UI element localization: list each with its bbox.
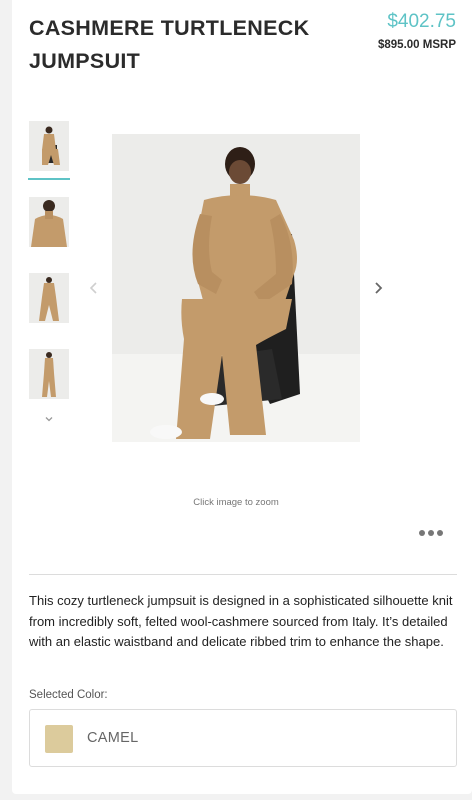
thumbnail-1[interactable] [28,121,70,180]
selected-color-name: CAMEL [87,730,139,746]
product-thumbnail-standing-side-icon [29,349,69,399]
product-title: CASHMERE TURTLENECK JUMPSUIT [29,16,310,73]
main-product-image[interactable] [112,134,360,442]
thumbnail-list [28,121,71,425]
product-thumbnail-seated-icon [29,121,69,171]
product-thumbnail-closeup-icon [29,197,69,247]
product-photo-icon [112,134,360,442]
color-swatch [45,725,73,753]
more-options-icon[interactable] [417,526,445,540]
chevron-left-icon[interactable] [87,279,101,297]
chevron-down-icon[interactable] [43,413,55,425]
thumbnail-2[interactable] [29,197,69,247]
thumbnail-3[interactable] [29,273,69,323]
selected-color-label: Selected Color: [29,689,108,701]
product-thumbnail-standing-front-icon [29,273,69,323]
product-card: CASHMERE TURTLENECK JUMPSUIT $402.75 $89… [12,0,472,794]
color-selector[interactable]: CAMEL [29,709,457,767]
zoom-hint: Click image to zoom [193,497,279,508]
product-description: This cozy turtleneck jumpsuit is designe… [29,593,453,649]
chevron-right-icon[interactable] [371,279,385,297]
msrp-price: $895.00 MSRP [378,39,456,51]
section-divider [29,574,457,575]
sale-price: $402.75 [387,11,456,32]
thumbnail-4[interactable] [29,349,69,399]
